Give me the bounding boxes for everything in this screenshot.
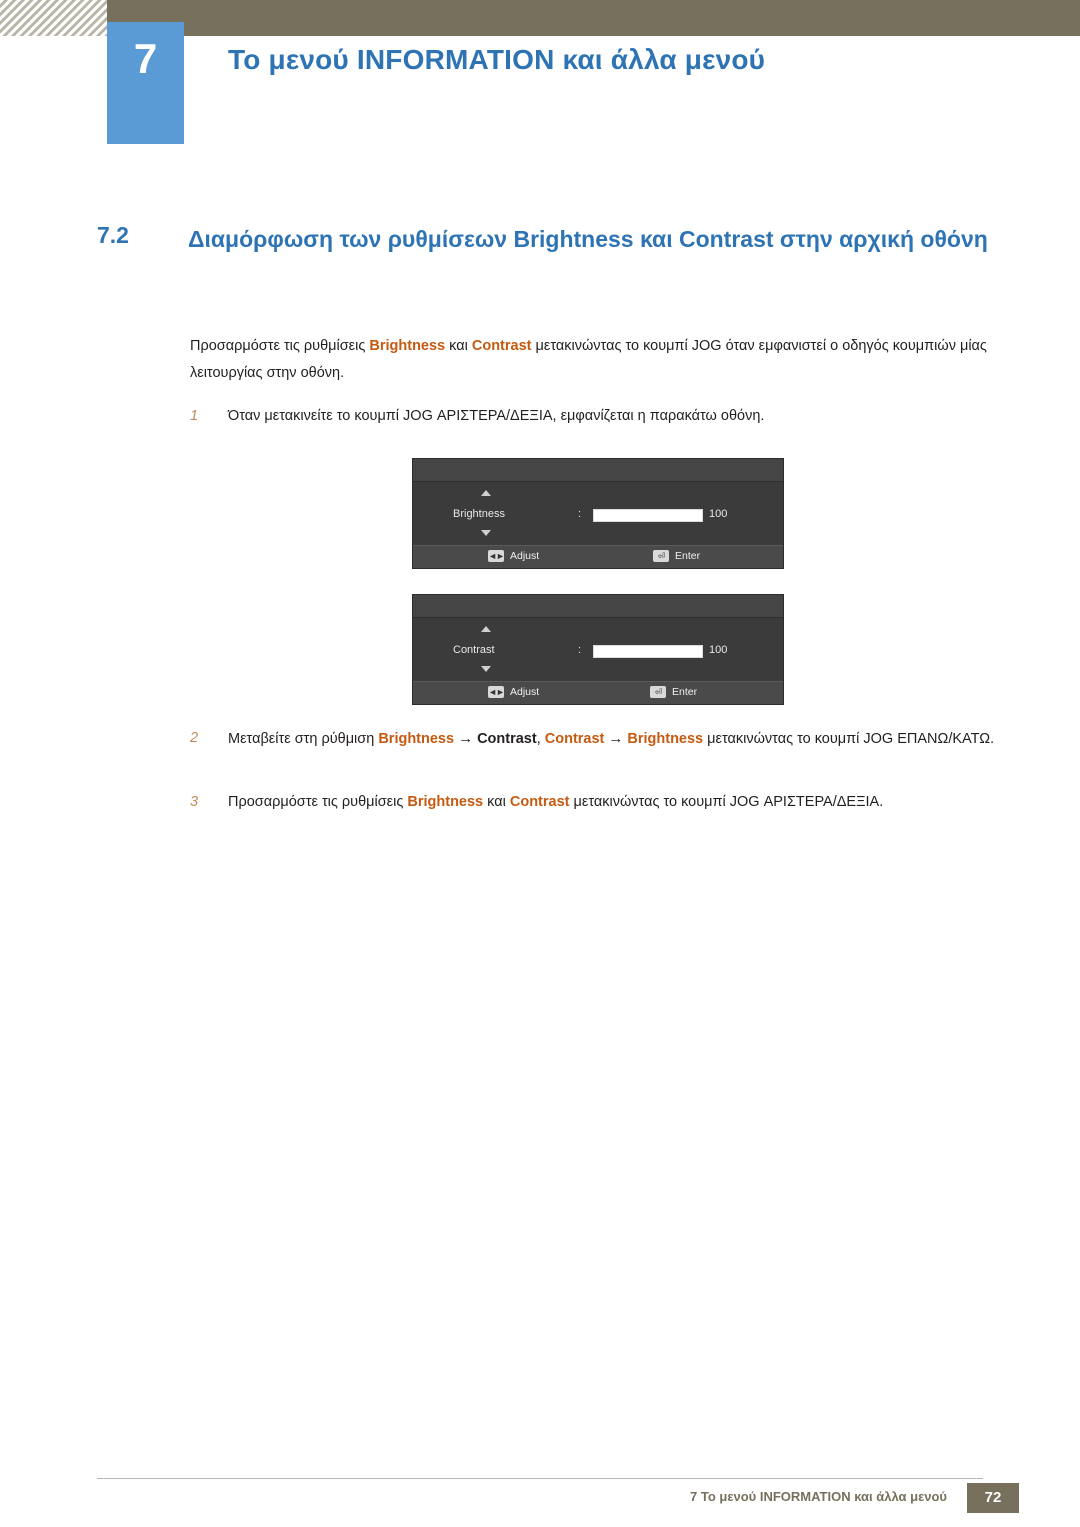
step-2-bold-contrast-2: Contrast bbox=[544, 731, 605, 747]
osd-enter-hint: ⏎ Enter bbox=[653, 550, 700, 562]
step-1-text: Όταν μετακινείτε το κουμπί JOG ΑΡΙΣΤΕΡΑ/… bbox=[228, 408, 765, 424]
osd-adjust-hint: ◄► Adjust bbox=[488, 550, 539, 562]
footer-page-number: 72 bbox=[967, 1483, 1019, 1513]
section-number: 7.2 bbox=[97, 222, 129, 248]
step-1-number: 1 bbox=[190, 408, 199, 424]
step-2-bold-brightness-2: Brightness bbox=[627, 731, 704, 747]
section-title: Διαμόρφωση των ρυθμίσεων Brightness και … bbox=[188, 226, 988, 252]
intro-bold-contrast: Contrast bbox=[471, 338, 532, 354]
osd-value: 100 bbox=[709, 644, 728, 656]
enter-key-icon: ⏎ bbox=[650, 686, 666, 698]
osd-value: 100 bbox=[709, 508, 728, 520]
step-2-bold-contrast-1: Contrast bbox=[477, 731, 537, 747]
arrow-up-icon bbox=[481, 626, 491, 632]
intro-paragraph: Προσαρμόστε τις ρυθμίσεις Brightness και… bbox=[190, 333, 1005, 387]
left-right-icon: ◄► bbox=[488, 550, 505, 562]
step-2-separator: , bbox=[536, 731, 545, 747]
step-2: 2 Μεταβείτε στη ρύθμιση Brightness → Contr… bbox=[190, 725, 1005, 753]
intro-text-2: και bbox=[445, 338, 472, 354]
step-1: 1 Όταν μετακινείτε το κουμπί JOG ΑΡΙΣΤΕΡ… bbox=[190, 403, 1005, 430]
step-3-text-3: μετακινώντας το κουμπί JOG ΑΡΙΣΤΕΡΑ/ΔΕΞΙ… bbox=[569, 794, 884, 810]
enter-key-icon: ⏎ bbox=[653, 550, 669, 562]
arrow-up-icon bbox=[481, 490, 491, 496]
intro-text-1: Προσαρμόστε τις ρυθμίσεις bbox=[190, 338, 370, 354]
left-right-icon: ◄► bbox=[488, 686, 505, 698]
step-3-text: Προσαρμόστε τις ρυθμίσεις Brightness και… bbox=[228, 789, 1000, 816]
step-3-bold-brightness: Brightness bbox=[407, 794, 484, 810]
right-arrow-icon-2: → bbox=[608, 730, 624, 747]
osd-body: Brightness : 100 bbox=[413, 482, 783, 545]
osd-enter-label: Enter bbox=[675, 550, 701, 562]
step-3: 3 Προσαρμόστε τις ρυθμίσεις Brightness κ… bbox=[190, 789, 1005, 816]
step-2-bold-brightness-1: Brightness bbox=[378, 731, 455, 747]
osd-colon: : bbox=[578, 644, 582, 656]
osd-body: Contrast : 100 bbox=[413, 618, 783, 681]
step-2-number: 2 bbox=[190, 730, 199, 746]
footer-chapter-label: 7 Το μενού INFORMATION και άλλα μενού bbox=[690, 1489, 947, 1504]
step-2-text: Μεταβείτε στη ρύθμιση Brightness → Contras… bbox=[228, 725, 1000, 753]
footer-divider bbox=[97, 1478, 983, 1479]
intro-bold-brightness: Brightness bbox=[369, 338, 446, 354]
osd-adjust-label: Adjust bbox=[510, 686, 540, 698]
osd-title-bar bbox=[413, 595, 783, 618]
step-3-number: 3 bbox=[190, 794, 199, 810]
osd-enter-label: Enter bbox=[672, 686, 698, 698]
right-arrow-icon: → bbox=[458, 730, 474, 747]
osd-adjust-hint: ◄► Adjust bbox=[488, 686, 539, 698]
osd-enter-hint: ⏎ Enter bbox=[650, 686, 697, 698]
step-3-text-1: Προσαρμόστε τις ρυθμίσεις bbox=[228, 794, 408, 810]
osd-title-bar bbox=[413, 459, 783, 482]
arrow-down-icon bbox=[481, 530, 491, 536]
step-3-bold-contrast: Contrast bbox=[509, 794, 570, 810]
osd-setting-label: Contrast bbox=[453, 644, 495, 656]
osd-slider-bar[interactable] bbox=[593, 645, 703, 658]
osd-setting-label: Brightness bbox=[453, 508, 505, 520]
arrow-down-icon bbox=[481, 666, 491, 672]
osd-footer-bar: ◄► Adjust ⏎ Enter bbox=[413, 681, 783, 704]
chapter-number: 7 bbox=[133, 35, 158, 82]
osd-brightness-screenshot: Brightness : 100 ◄► Adjust ⏎ Enter bbox=[412, 458, 784, 569]
osd-slider-bar[interactable] bbox=[593, 509, 703, 522]
osd-adjust-label: Adjust bbox=[510, 550, 540, 562]
osd-footer-bar: ◄► Adjust ⏎ Enter bbox=[413, 545, 783, 568]
chapter-title: Το μενού INFORMATION και άλλα μενού bbox=[228, 44, 766, 75]
osd-colon: : bbox=[578, 508, 582, 520]
step-3-text-2: και bbox=[483, 794, 510, 810]
step-2-text-1: Μεταβείτε στη ρύθμιση bbox=[228, 731, 379, 747]
step-2-text-2: μετακινώντας το κουμπί JOG ΕΠΑΝΩ/ΚΑΤΩ. bbox=[703, 731, 995, 747]
osd-contrast-screenshot: Contrast : 100 ◄► Adjust ⏎ Enter bbox=[412, 594, 784, 705]
header-hatch-decoration bbox=[0, 0, 107, 36]
